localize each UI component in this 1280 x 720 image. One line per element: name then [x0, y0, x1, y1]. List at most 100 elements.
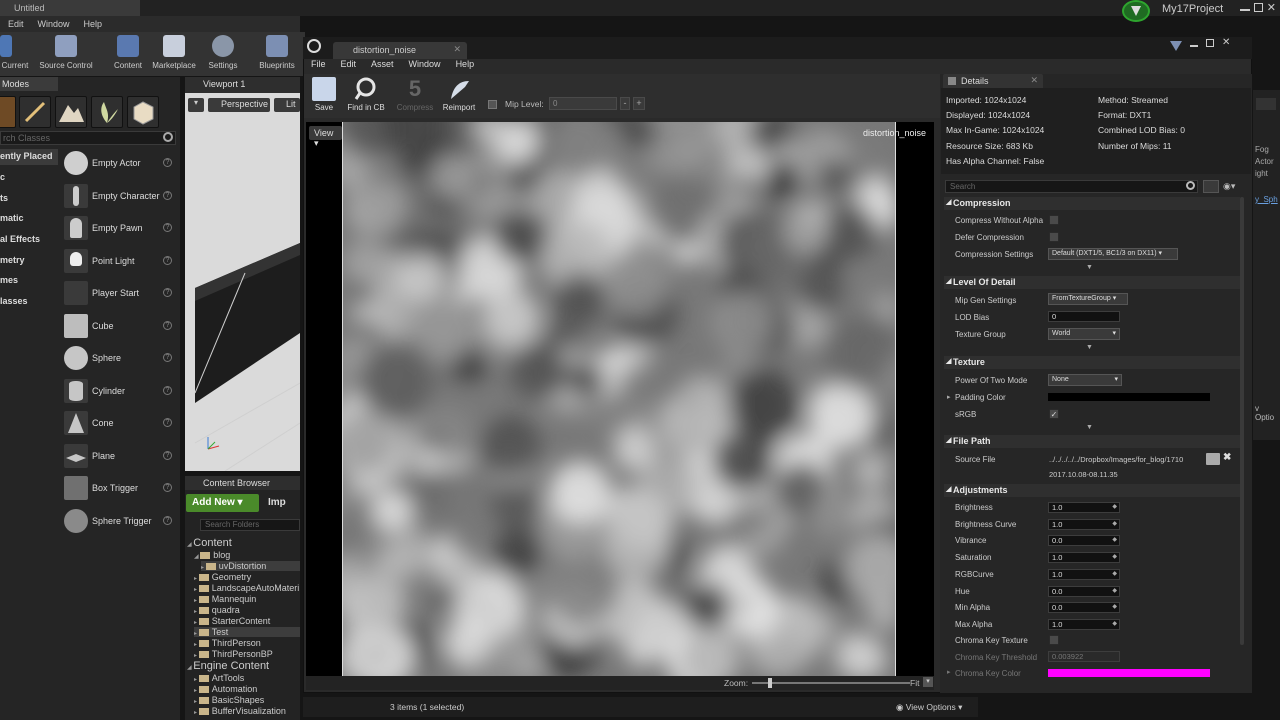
menu-edit[interactable]: Edit [8, 19, 24, 29]
section-adjustments[interactable]: ◢ Adjustments [944, 484, 1240, 497]
modes-tab[interactable]: Modes [0, 77, 58, 91]
section-level-of-detail[interactable]: ◢ Level Of Detail [944, 276, 1240, 289]
folder-item[interactable]: ▸ Geometry [194, 572, 251, 582]
rgbcurve-input[interactable]: 1.0 ◆ [1048, 568, 1120, 580]
viewport-options-button[interactable]: ▾ [188, 98, 204, 112]
close-tab-icon[interactable]: ✕ [453, 44, 461, 55]
marketplace-button[interactable]: Marketplace [149, 35, 199, 70]
folder-item[interactable]: ▸ BufferVisualization [194, 706, 286, 716]
help-icon[interactable]: ? [163, 483, 172, 492]
browse-file-button[interactable] [1206, 453, 1220, 465]
level-viewport[interactable] [185, 93, 300, 471]
hue-input[interactable]: 0.0 ◆ [1048, 585, 1120, 597]
spinner-icon[interactable]: ◆ [1112, 536, 1117, 545]
menu-help[interactable]: Help [84, 19, 103, 29]
place-item-cylinder[interactable]: Cylinder? [60, 378, 178, 408]
category-volumes[interactable]: mes [0, 273, 58, 289]
help-icon[interactable]: ? [163, 256, 172, 265]
saturation-input[interactable]: 1.0 ◆ [1048, 552, 1120, 564]
folder-item[interactable]: ▸ ThirdPerson [194, 638, 261, 648]
max-alpha-input[interactable]: 1.0 ◆ [1048, 618, 1120, 630]
asset-tab[interactable]: distortion_noise ✕ [333, 42, 467, 59]
spinner-icon[interactable]: ◆ [1112, 587, 1117, 596]
help-icon[interactable]: ? [163, 158, 172, 167]
folder-item[interactable]: ◢ blog [194, 550, 230, 560]
maximize-icon[interactable] [1253, 3, 1263, 12]
clear-file-icon[interactable]: ✖ [1223, 452, 1231, 463]
search-classes-input[interactable]: rch Classes [0, 131, 176, 145]
viewport-tab[interactable]: Viewport 1 [185, 77, 300, 93]
category-all-classes[interactable]: lasses [0, 294, 58, 310]
foliage-mode-icon[interactable] [91, 96, 123, 128]
details-scrollbar[interactable] [1240, 197, 1244, 645]
place-item-empty-character[interactable]: Empty Character? [60, 183, 178, 213]
place-item-plane[interactable]: Plane? [60, 443, 178, 473]
padding-color-swatch[interactable] [1048, 393, 1210, 401]
lod-bias-input[interactable]: 0 [1048, 311, 1120, 322]
folder-item[interactable]: ▸ Test [194, 627, 300, 637]
paint-mode-icon[interactable] [19, 96, 51, 128]
spinner-icon[interactable]: ◆ [1112, 603, 1117, 612]
compress-button[interactable]: 5 Compress [394, 77, 436, 113]
place-item-point-light[interactable]: Point Light? [60, 248, 178, 278]
zoom-slider[interactable] [752, 682, 910, 684]
content-browser-tab[interactable]: Content Browser [185, 476, 300, 490]
help-icon[interactable]: ? [163, 418, 172, 427]
category-recently-placed[interactable]: ently Placed [0, 149, 58, 165]
menu-window[interactable]: Window [38, 19, 70, 29]
chroma-key-threshold-input[interactable]: 0.003922 [1048, 651, 1120, 662]
folder-item[interactable]: ▸ quadra [194, 605, 240, 615]
menu-help[interactable]: Help [456, 59, 475, 74]
details-tab[interactable]: Details ✕ [943, 74, 1043, 88]
category-geometry[interactable]: metry [0, 253, 58, 269]
maximize-icon[interactable] [1206, 39, 1214, 47]
place-item-sphere[interactable]: Sphere? [60, 345, 178, 375]
brightness-curve-input[interactable]: 1.0 ◆ [1048, 518, 1120, 530]
mip-level-checkbox[interactable] [488, 100, 497, 109]
back-editor-title-tab[interactable]: Untitled [0, 0, 140, 16]
close-icon[interactable]: ✕ [1222, 38, 1230, 48]
srgb-checkbox[interactable]: ✓ [1049, 409, 1059, 419]
details-search-input[interactable]: Search [945, 180, 1198, 193]
place-item-player-start[interactable]: Player Start? [60, 280, 178, 310]
landscape-mode-icon[interactable] [55, 96, 87, 128]
compress-without-alpha-checkbox[interactable] [1049, 215, 1059, 225]
folder-item[interactable]: ▸ StarterContent [194, 616, 270, 626]
folder-item[interactable]: ▸ Automation [194, 684, 257, 694]
source-control-button[interactable]: Source Control [36, 35, 96, 70]
folder-item[interactable]: ▸ LandscapeAutoMateri [194, 583, 299, 593]
defer-compression-checkbox[interactable] [1049, 232, 1059, 242]
spinner-icon[interactable]: ◆ [1112, 503, 1117, 512]
outliner-link[interactable]: y_Sph [1255, 195, 1278, 204]
blueprints-button[interactable]: Blueprints [256, 35, 298, 70]
place-item-empty-actor[interactable]: Empty Actor? [60, 150, 178, 180]
minimize-icon[interactable] [1190, 45, 1198, 47]
spinner-icon[interactable]: ◆ [1112, 620, 1117, 629]
mip-gen-settings-dropdown[interactable]: FromTextureGroup ▾ [1048, 293, 1128, 305]
category-basic[interactable]: c [0, 170, 58, 186]
save-button[interactable]: Save [312, 77, 336, 112]
folder-item[interactable]: ▸ uvDistortion [201, 561, 300, 571]
view-options-button[interactable]: ◉ View Options ▾ [896, 702, 962, 713]
folder-item[interactable]: ◢ Engine Content [187, 660, 269, 672]
menu-asset[interactable]: Asset [371, 59, 394, 74]
folder-item[interactable]: ◢ Content [187, 537, 232, 549]
chroma-key-texture-checkbox[interactable] [1049, 635, 1059, 645]
menu-edit[interactable]: Edit [341, 59, 357, 74]
help-icon[interactable]: ? [163, 451, 172, 460]
spinner-icon[interactable]: ◆ [1112, 553, 1117, 562]
view-dropdown[interactable]: View ▾ [309, 126, 342, 148]
menu-window[interactable]: Window [409, 59, 441, 74]
spinner-icon[interactable]: ◆ [1112, 520, 1117, 529]
help-icon[interactable]: ? [163, 288, 172, 297]
geometry-mode-icon[interactable] [127, 96, 159, 128]
place-item-sphere-trigger[interactable]: Sphere Trigger? [60, 508, 178, 538]
help-icon[interactable]: ? [163, 353, 172, 362]
category-lights[interactable]: ts [0, 191, 58, 207]
help-icon[interactable]: ? [163, 223, 172, 232]
advanced-expand-icon[interactable]: ▼ [1086, 264, 1093, 271]
mip-decrease-button[interactable]: - [620, 97, 630, 110]
place-item-empty-pawn[interactable]: Empty Pawn? [60, 215, 178, 245]
place-item-cube[interactable]: Cube? [60, 313, 178, 343]
section-compression[interactable]: ◢ Compression [944, 197, 1240, 210]
